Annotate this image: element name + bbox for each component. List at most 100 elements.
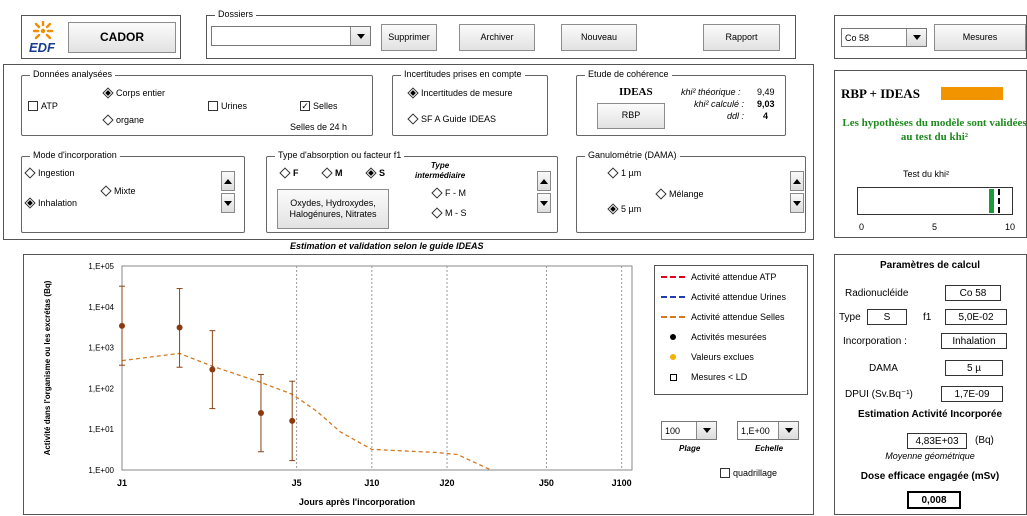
rbp-button[interactable]: RBP bbox=[597, 103, 665, 129]
radio-fm[interactable]: F - M bbox=[431, 187, 466, 199]
spin-down-icon[interactable] bbox=[537, 193, 551, 213]
melange-label: Mélange bbox=[669, 189, 704, 199]
corps-entier-label: Corps entier bbox=[116, 88, 166, 98]
s-label: S bbox=[379, 168, 386, 178]
checkbox-icon bbox=[720, 468, 730, 478]
legend-box: Activité attendue ATP Activité attendue U… bbox=[654, 265, 808, 395]
um1-label: 1 µm bbox=[621, 168, 642, 178]
x-tick-label: J20 bbox=[440, 478, 455, 488]
spin-up-icon[interactable] bbox=[221, 171, 235, 191]
incorporation-group: Mode d'incorporation Ingestion Mixte Inh… bbox=[21, 150, 245, 233]
spin-down-icon[interactable] bbox=[790, 193, 804, 213]
f1-label: f1 bbox=[923, 312, 932, 323]
x-tick-label: J1 bbox=[117, 478, 127, 488]
checkbox-urines[interactable]: Urines bbox=[208, 101, 247, 111]
supprimer-button[interactable]: Supprimer bbox=[381, 24, 437, 51]
atp-label: ATP bbox=[41, 101, 58, 111]
checkbox-selles[interactable]: ✓ Selles bbox=[300, 101, 338, 111]
x-axis-label: Jours après l'incorporation bbox=[299, 497, 415, 507]
radio-organe[interactable]: organe bbox=[102, 114, 145, 126]
y-tick-label: 1,E+02 bbox=[88, 384, 114, 393]
incorporation-spinner[interactable] bbox=[221, 171, 235, 213]
legend-item: Activité attendue Selles bbox=[661, 312, 785, 322]
compounds-button[interactable]: Oxydes, Hydroxydes, Halogénures, Nitrate… bbox=[277, 189, 389, 229]
intermediate-title: Type intermédiaire bbox=[415, 161, 466, 180]
nouveau-button[interactable]: Nouveau bbox=[561, 24, 637, 51]
um5-label: 5 µm bbox=[621, 204, 642, 214]
chart-svg: J1 J5 J10 J20 J50 J100 1,E+05 1,E+04 1,E+03 1,E+0… bbox=[43, 262, 633, 507]
y-tick-label: 1,E+05 bbox=[88, 262, 114, 271]
checkbox-quadrillage[interactable]: quadrillage bbox=[720, 468, 777, 478]
echelle-select[interactable]: 1,E+00 bbox=[737, 421, 799, 440]
spin-up-icon[interactable] bbox=[790, 171, 804, 191]
legend-label: Activités mesurées bbox=[691, 332, 767, 342]
absorption-group: Type d'absorption ou facteur f1 F M S Ty… bbox=[266, 150, 558, 233]
dossiers-label: Dossiers bbox=[215, 9, 257, 19]
legend-swatch bbox=[661, 334, 685, 340]
mixte-label: Mixte bbox=[114, 186, 136, 196]
radio-off-icon bbox=[655, 188, 667, 200]
radio-5um[interactable]: 5 µm bbox=[607, 203, 642, 215]
echelle-value: 1,E+00 bbox=[741, 425, 770, 436]
donnees-title: Données analysées bbox=[30, 69, 116, 79]
radio-m[interactable]: M bbox=[321, 167, 343, 179]
khi-value-marker bbox=[989, 189, 995, 213]
quadrillage-label: quadrillage bbox=[733, 468, 778, 478]
spin-up-icon[interactable] bbox=[537, 171, 551, 191]
legend-swatch bbox=[661, 373, 685, 381]
radio-off-icon bbox=[279, 167, 291, 179]
plot-area bbox=[121, 265, 633, 471]
chevron-down-icon[interactable] bbox=[350, 27, 370, 45]
radio-corps-entier[interactable]: Corps entier bbox=[102, 87, 166, 99]
absorption-spinner[interactable] bbox=[537, 171, 551, 213]
y-tick-label: 1,E+01 bbox=[88, 425, 114, 434]
f1-value: 5,0E-02 bbox=[945, 309, 1007, 325]
rapport-button[interactable]: Rapport bbox=[703, 24, 780, 51]
radio-mixte[interactable]: Mixte bbox=[100, 185, 136, 197]
organe-label: organe bbox=[116, 115, 145, 125]
radionucleide-label: Radionucléide bbox=[845, 288, 909, 299]
legend-item: Mesures < LD bbox=[661, 372, 747, 382]
radionuclide-select[interactable]: Co 58 bbox=[841, 28, 927, 47]
dossiers-select[interactable] bbox=[211, 26, 371, 46]
chart-title: Estimation et validation selon le guide … bbox=[290, 241, 484, 251]
y-tick-label: 1,E+04 bbox=[88, 303, 114, 312]
type-label: Type bbox=[839, 312, 861, 323]
spin-down-icon[interactable] bbox=[221, 193, 235, 213]
legend-label: Activité attendue Urines bbox=[691, 292, 787, 302]
mesures-button[interactable]: Mesures bbox=[934, 24, 1026, 51]
archiver-button[interactable]: Archiver bbox=[459, 24, 535, 51]
rbp-panel: RBP + IDEAS Les hypothèses du modèle son… bbox=[834, 70, 1027, 238]
radio-on-icon bbox=[407, 87, 419, 99]
legend-item: Valeurs exclues bbox=[661, 352, 754, 362]
chevron-down-icon[interactable] bbox=[906, 29, 926, 46]
plage-select[interactable]: 100 bbox=[661, 421, 717, 440]
moyenne-label: Moyenne géométrique bbox=[885, 451, 975, 461]
radio-incertitudes-mesure[interactable]: Incertitudes de mesure bbox=[407, 87, 513, 99]
khi-threshold-marker bbox=[998, 189, 1001, 213]
activite-unit: (Bq) bbox=[975, 435, 994, 446]
logo-panel: EDF CADOR bbox=[21, 15, 181, 59]
radio-1um[interactable]: 1 µm bbox=[607, 167, 642, 179]
chevron-down-icon[interactable] bbox=[696, 422, 716, 439]
granulometrie-group: Ganulométrie (DAMA) 1 µm Mélange 5 µm bbox=[576, 150, 806, 233]
radio-inhalation[interactable]: Inhalation bbox=[24, 197, 77, 209]
cador-button[interactable]: CADOR bbox=[68, 22, 176, 53]
radio-f[interactable]: F bbox=[279, 167, 299, 179]
f-label: F bbox=[293, 168, 299, 178]
radio-off-icon bbox=[607, 167, 619, 179]
radio-s[interactable]: S bbox=[365, 167, 386, 179]
radio-melange[interactable]: Mélange bbox=[655, 188, 704, 200]
radio-ingestion[interactable]: Ingestion bbox=[24, 167, 75, 179]
radio-ms[interactable]: M - S bbox=[431, 207, 467, 219]
checkbox-icon bbox=[28, 101, 38, 111]
legend-swatch bbox=[661, 276, 685, 278]
chevron-down-icon[interactable] bbox=[778, 422, 798, 439]
granulometrie-spinner[interactable] bbox=[790, 171, 804, 213]
checkbox-atp[interactable]: ATP bbox=[28, 101, 58, 111]
dossiers-panel: Dossiers Supprimer Archiver Nouveau Rapp… bbox=[206, 9, 796, 59]
incorporation-label: Incorporation : bbox=[843, 336, 907, 347]
params-panel: Paramètres de calcul Radionucléide Co 58… bbox=[834, 254, 1027, 515]
radio-sfa[interactable]: SF A Guide IDEAS bbox=[407, 113, 496, 125]
coherence-group: Etude de cohérence IDEAS RBP khi² théori… bbox=[576, 69, 786, 136]
